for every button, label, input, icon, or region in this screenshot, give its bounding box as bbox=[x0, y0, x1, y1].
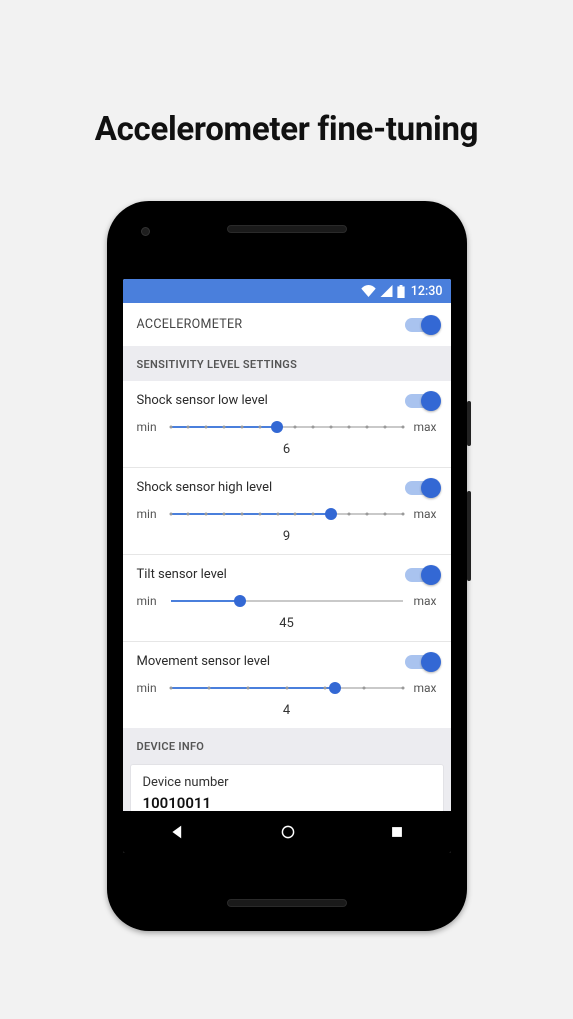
setting-toggle[interactable] bbox=[405, 568, 437, 582]
status-bar: 12:30 bbox=[123, 279, 451, 303]
slider-thumb[interactable] bbox=[329, 682, 341, 694]
slider-max-label: max bbox=[413, 594, 437, 608]
status-time: 12:30 bbox=[411, 284, 443, 299]
device-info-card: Device number 10010011 bbox=[131, 765, 443, 811]
android-navbar bbox=[123, 811, 451, 853]
phone-side-button bbox=[467, 491, 471, 581]
setting-title: Shock sensor high level bbox=[137, 480, 273, 495]
section-header-device-info: DEVICE INFO bbox=[123, 728, 451, 765]
setting-head: Tilt sensor level bbox=[137, 567, 437, 582]
setting-head: Shock sensor low level bbox=[137, 393, 437, 408]
slider-thumb[interactable] bbox=[234, 595, 246, 607]
phone-speaker-top bbox=[227, 225, 347, 233]
screen: 12:30 ACCELEROMETER SENSITIVITY LEVEL SE… bbox=[123, 279, 451, 853]
phone-speaker-bottom bbox=[227, 899, 347, 907]
page-title: Accelerometer fine-tuning bbox=[0, 110, 573, 149]
phone-camera bbox=[141, 227, 150, 236]
nav-back-button[interactable] bbox=[170, 824, 186, 840]
setting-toggle[interactable] bbox=[405, 394, 437, 408]
accelerometer-master-row: ACCELEROMETER bbox=[123, 303, 451, 346]
nav-recents-button[interactable] bbox=[390, 825, 404, 839]
slider[interactable] bbox=[171, 681, 403, 695]
battery-icon bbox=[397, 285, 405, 298]
slider-thumb[interactable] bbox=[271, 421, 283, 433]
setting-title: Shock sensor low level bbox=[137, 393, 268, 408]
slider-row: min max bbox=[137, 507, 437, 521]
cell-signal-icon bbox=[380, 285, 393, 297]
content: ACCELEROMETER SENSITIVITY LEVEL SETTINGS… bbox=[123, 303, 451, 811]
slider-value: 6 bbox=[137, 442, 437, 457]
setting-row: Tilt sensor level min max 45 bbox=[123, 555, 451, 642]
device-number-value: 10010011 bbox=[143, 794, 431, 811]
setting-toggle[interactable] bbox=[405, 481, 437, 495]
setting-row: Shock sensor low level min max 6 bbox=[123, 381, 451, 468]
setting-title: Movement sensor level bbox=[137, 654, 271, 669]
phone-side-button bbox=[467, 401, 471, 446]
slider[interactable] bbox=[171, 420, 403, 434]
slider-row: min max bbox=[137, 420, 437, 434]
slider-max-label: max bbox=[413, 681, 437, 695]
setting-head: Shock sensor high level bbox=[137, 480, 437, 495]
settings-list: Shock sensor low levelminmax6Shock senso… bbox=[123, 381, 451, 728]
wifi-icon bbox=[361, 285, 376, 297]
slider-value: 9 bbox=[137, 529, 437, 544]
slider[interactable] bbox=[171, 594, 403, 608]
setting-row: Movement sensor level min max 4 bbox=[123, 642, 451, 728]
section-header-sensitivity: SENSITIVITY LEVEL SETTINGS bbox=[123, 346, 451, 381]
slider-value: 45 bbox=[137, 616, 437, 631]
slider[interactable] bbox=[171, 507, 403, 521]
slider-max-label: max bbox=[413, 507, 437, 521]
setting-row: Shock sensor high level min max 9 bbox=[123, 468, 451, 555]
slider-min-label: min bbox=[137, 507, 161, 521]
phone-frame: 12:30 ACCELEROMETER SENSITIVITY LEVEL SE… bbox=[107, 201, 467, 931]
slider-value: 4 bbox=[137, 703, 437, 718]
setting-title: Tilt sensor level bbox=[137, 567, 227, 582]
setting-head: Movement sensor level bbox=[137, 654, 437, 669]
device-number-label: Device number bbox=[143, 775, 431, 790]
setting-toggle[interactable] bbox=[405, 655, 437, 669]
nav-home-button[interactable] bbox=[280, 824, 296, 840]
slider-thumb[interactable] bbox=[325, 508, 337, 520]
slider-min-label: min bbox=[137, 420, 161, 434]
accelerometer-toggle[interactable] bbox=[405, 318, 437, 332]
slider-min-label: min bbox=[137, 594, 161, 608]
slider-row: min max bbox=[137, 594, 437, 608]
slider-row: min max bbox=[137, 681, 437, 695]
slider-max-label: max bbox=[413, 420, 437, 434]
accelerometer-label: ACCELEROMETER bbox=[137, 317, 243, 332]
slider-min-label: min bbox=[137, 681, 161, 695]
